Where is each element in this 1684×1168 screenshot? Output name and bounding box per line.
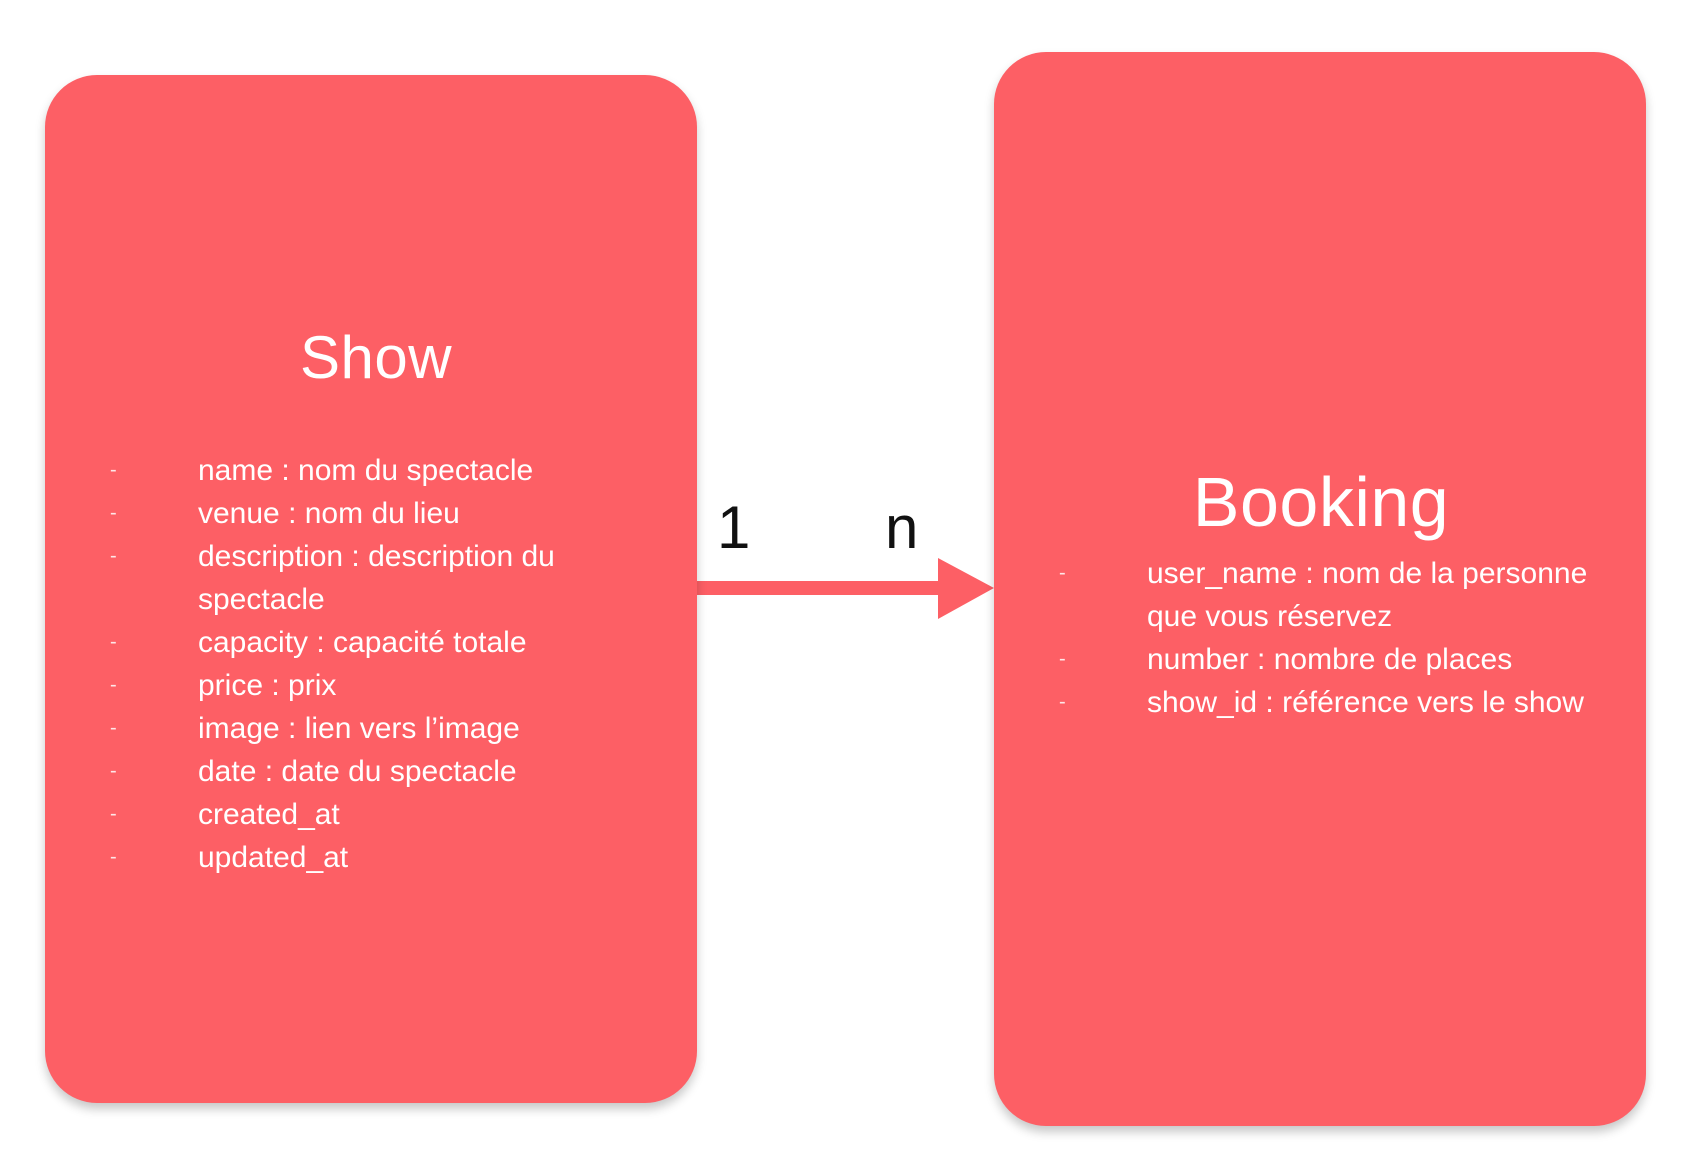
show-field-item: - description : description du spectacle <box>110 535 670 621</box>
arrow-head <box>938 558 994 619</box>
booking-field-text: show_id : référence vers le show <box>1147 686 1584 719</box>
cardinality-n-label: n <box>885 494 919 561</box>
show-field-text: description : description du spectacle <box>198 540 555 616</box>
show-field-item: - price : prix <box>110 664 670 707</box>
show-entity-title: Show <box>299 324 453 391</box>
show-field-text: capacity : capacité totale <box>198 626 527 659</box>
booking-field-text: user_name : nom de la personne que vous … <box>1147 557 1588 633</box>
show-field-text: created_at <box>198 798 340 831</box>
show-field-item: - name : nom du spectacle <box>110 449 670 492</box>
list-dash: - <box>1059 562 1066 584</box>
list-dash: - <box>1059 691 1066 713</box>
list-dash: - <box>110 502 117 524</box>
show-field-item: - venue : nom du lieu <box>110 492 670 535</box>
show-field-item: - updated_at <box>110 836 670 879</box>
booking-entity-card: Booking - user_name : nom de la personne … <box>994 52 1646 1126</box>
show-field-text: image : lien vers l’image <box>198 712 520 745</box>
show-field-item: - created_at <box>110 793 670 836</box>
show-field-text: updated_at <box>198 841 349 874</box>
booking-field-item: - user_name : nom de la personne que vous… <box>1059 552 1639 638</box>
booking-entity-title: Booking <box>1192 463 1450 541</box>
list-dash: - <box>1059 648 1066 670</box>
booking-field-text: number : nombre de places <box>1147 643 1513 676</box>
list-dash: - <box>110 760 117 782</box>
list-dash: - <box>110 631 117 653</box>
show-field-item: - image : lien vers l’image <box>110 707 670 750</box>
show-field-text: date : date du spectacle <box>198 755 517 788</box>
list-dash: - <box>110 803 117 825</box>
show-entity-card: Show - name : nom du spectacle - venue : n… <box>45 75 697 1103</box>
show-field-text: price : prix <box>198 669 337 702</box>
list-dash: - <box>110 717 117 739</box>
booking-field-item: - show_id : référence vers le show <box>1059 681 1639 724</box>
booking-field-list: - user_name : nom de la personne que vous… <box>1059 552 1639 724</box>
show-field-item: - date : date du spectacle <box>110 750 670 793</box>
show-field-text: name : nom du spectacle <box>198 454 534 487</box>
show-field-text: venue : nom du lieu <box>198 497 460 530</box>
booking-field-item: - number : nombre de places <box>1059 638 1639 681</box>
list-dash: - <box>110 459 117 481</box>
list-dash: - <box>110 545 117 567</box>
show-field-list: - name : nom du spectacle - venue : nom du… <box>110 449 670 879</box>
list-dash: - <box>110 846 117 868</box>
cardinality-one-label: 1 <box>717 494 751 561</box>
show-field-item: - capacity : capacité totale <box>110 621 670 664</box>
list-dash: - <box>110 674 117 696</box>
arrow-shaft <box>697 581 942 595</box>
